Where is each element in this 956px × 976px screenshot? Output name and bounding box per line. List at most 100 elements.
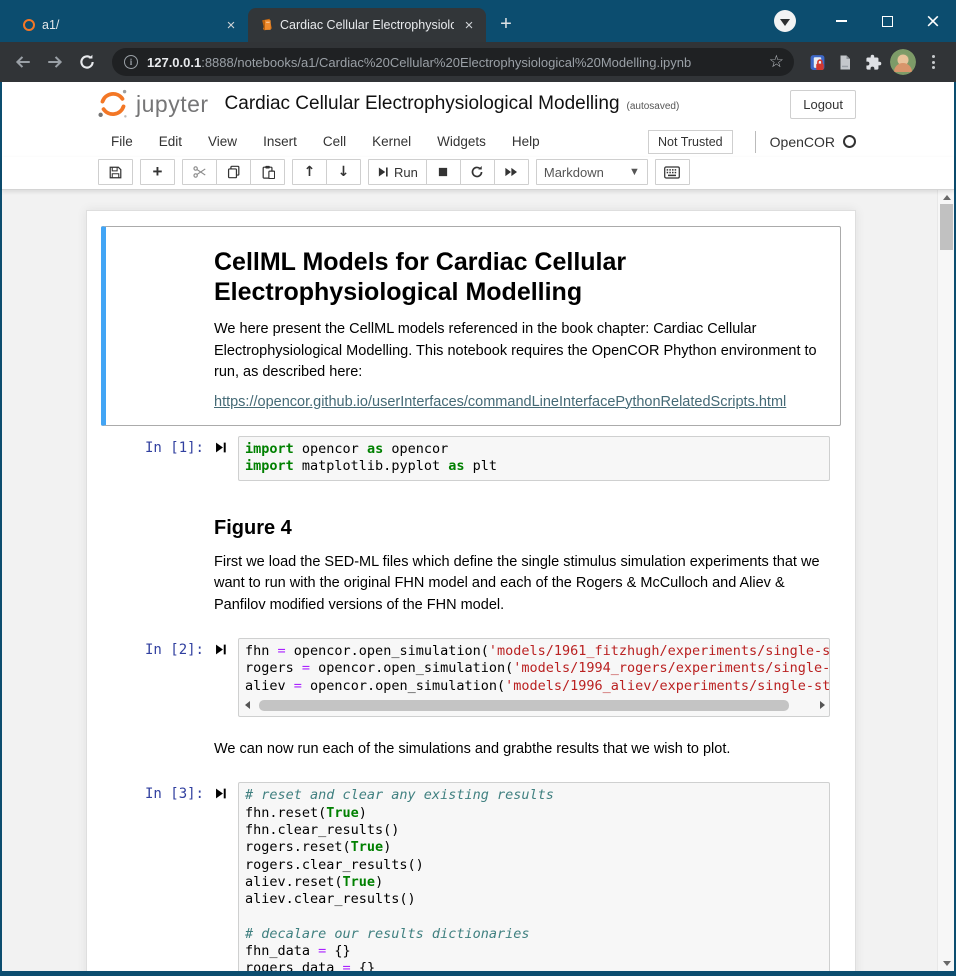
cell-body: import opencor as opencorimport matplotl… bbox=[238, 436, 830, 481]
markdown-link[interactable]: https://opencor.github.io/userInterfaces… bbox=[214, 392, 786, 414]
browser-tab[interactable]: a1/× bbox=[10, 8, 248, 42]
maximize-icon bbox=[882, 16, 893, 27]
move-cell-down-button[interactable]: ↓ bbox=[326, 159, 361, 185]
scroll-up-arrow[interactable] bbox=[938, 190, 954, 205]
run-cell-marker-icon bbox=[214, 782, 238, 971]
menu-item-view[interactable]: View bbox=[195, 130, 250, 153]
tab-close-icon[interactable]: × bbox=[460, 16, 478, 34]
markdown-h1: CellML Models for Cardiac Cellular Elect… bbox=[214, 247, 829, 307]
three-dots-icon bbox=[932, 55, 935, 69]
menu-item-cell[interactable]: Cell bbox=[310, 130, 359, 153]
hscroll-thumb[interactable] bbox=[259, 700, 789, 711]
notebook-scroll-area[interactable]: CellML Models for Cardiac Cellular Elect… bbox=[2, 190, 954, 971]
address-bar[interactable]: i 127.0.0.1:8888/notebooks/a1/Cardiac%20… bbox=[112, 48, 794, 76]
cell-prompt bbox=[106, 233, 214, 419]
document-extension-button[interactable] bbox=[832, 48, 858, 76]
close-icon: × bbox=[925, 12, 941, 31]
code-editor[interactable]: # reset and clear any existing resultsfh… bbox=[238, 782, 830, 971]
hscroll-track[interactable] bbox=[253, 700, 817, 711]
code-editor[interactable]: import opencor as opencorimport matplotl… bbox=[238, 436, 830, 481]
cut-cell-button[interactable] bbox=[182, 159, 217, 185]
password-extension-button[interactable] bbox=[804, 48, 830, 76]
markdown-cell[interactable]: We can now run each of the simulations a… bbox=[101, 725, 841, 775]
tab-close-icon[interactable]: × bbox=[222, 16, 240, 34]
copy-cell-button[interactable] bbox=[216, 159, 251, 185]
markdown-cell[interactable]: CellML Models for Cardiac Cellular Elect… bbox=[101, 226, 841, 426]
maximize-button[interactable] bbox=[864, 0, 910, 42]
close-button[interactable]: × bbox=[910, 0, 956, 42]
markdown-render: We can now run each of the simulations a… bbox=[214, 739, 830, 761]
menu-item-widgets[interactable]: Widgets bbox=[424, 130, 499, 153]
cell-body: fhn = opencor.open_simulation('models/19… bbox=[238, 638, 830, 717]
jupyter-logo-text: jupyter bbox=[136, 91, 209, 118]
minimize-icon bbox=[836, 20, 847, 22]
run-icon bbox=[377, 166, 389, 178]
move-cell-up-button[interactable]: ↑ bbox=[292, 159, 327, 185]
paste-cell-button[interactable] bbox=[250, 159, 285, 185]
page-info-icon[interactable]: i bbox=[124, 55, 138, 69]
minimize-button[interactable] bbox=[818, 0, 864, 42]
notebook-title[interactable]: Cardiac Cellular Electrophysiological Mo… bbox=[225, 93, 620, 115]
code-cell[interactable]: In [2]: fhn = opencor.open_simulation('mo… bbox=[101, 630, 841, 725]
run-cell-button[interactable]: Run bbox=[368, 159, 427, 185]
restart-icon bbox=[470, 165, 484, 179]
jupyter-header: jupyter Cardiac Cellular Electrophysiolo… bbox=[2, 82, 954, 126]
trust-status-button[interactable]: Not Trusted bbox=[648, 130, 733, 154]
code-line: fhn = opencor.open_simulation('models/19… bbox=[245, 643, 825, 660]
scroll-right-arrow[interactable] bbox=[820, 701, 825, 709]
code-line: import opencor as opencor bbox=[245, 441, 825, 458]
reload-icon bbox=[78, 53, 96, 71]
browser-menu-button[interactable] bbox=[920, 48, 946, 76]
vertical-scrollbar[interactable] bbox=[937, 190, 954, 971]
code-cell[interactable]: In [1]: import opencor as opencorimport m… bbox=[101, 428, 841, 489]
forward-button[interactable] bbox=[40, 47, 70, 77]
cell-prompt: In [2]: bbox=[101, 638, 214, 717]
menu-item-kernel[interactable]: Kernel bbox=[359, 130, 424, 153]
browser-tab[interactable]: Cardiac Cellular Electrophysiolog × bbox=[248, 8, 486, 42]
jupyter-logo-icon bbox=[96, 87, 130, 121]
markdown-cell[interactable]: Figure 4 First we load the SED-ML files w… bbox=[101, 489, 841, 631]
extensions-button[interactable] bbox=[860, 48, 886, 76]
cell-body: We can now run each of the simulations a… bbox=[214, 731, 830, 769]
menu-item-help[interactable]: Help bbox=[499, 130, 553, 153]
menu-item-edit[interactable]: Edit bbox=[146, 130, 195, 153]
restart-kernel-button[interactable] bbox=[460, 159, 495, 185]
command-palette-button[interactable] bbox=[655, 159, 690, 185]
tab-search-button[interactable] bbox=[774, 10, 796, 32]
scroll-left-arrow[interactable] bbox=[245, 701, 250, 709]
markdown-h2: Figure 4 bbox=[214, 517, 830, 540]
markdown-p: First we load the SED-ML files which def… bbox=[214, 552, 830, 617]
save-button[interactable] bbox=[98, 159, 133, 185]
back-arrow-icon bbox=[14, 53, 32, 71]
notebook-favicon-icon bbox=[260, 18, 274, 32]
back-button[interactable] bbox=[8, 47, 38, 77]
browser-window: a1/× Cardiac Cellular Electrophysiolog × +… bbox=[0, 0, 956, 976]
menu-item-file[interactable]: File bbox=[98, 130, 146, 153]
scroll-down-arrow[interactable] bbox=[938, 956, 954, 971]
cell-type-dropdown[interactable]: Markdown ▼ bbox=[536, 159, 648, 185]
code-cell[interactable]: In [3]:# reset and clear any existing re… bbox=[101, 774, 841, 971]
add-cell-button[interactable]: + bbox=[140, 159, 175, 185]
avatar bbox=[890, 49, 916, 75]
bookmark-star-icon[interactable]: ☆ bbox=[769, 52, 784, 72]
markdown-render: Figure 4 First we load the SED-ML files w… bbox=[214, 517, 830, 617]
interrupt-kernel-button[interactable] bbox=[426, 159, 461, 185]
cell-body: Figure 4 First we load the SED-ML files w… bbox=[214, 495, 830, 625]
logout-button[interactable]: Logout bbox=[790, 90, 856, 119]
code-editor[interactable]: fhn = opencor.open_simulation('models/19… bbox=[238, 638, 830, 717]
cell-prompt: In [1]: bbox=[101, 436, 214, 481]
jupyter-favicon-icon bbox=[22, 18, 36, 32]
horizontal-scrollbar[interactable] bbox=[245, 699, 825, 712]
scrollbar-thumb[interactable] bbox=[940, 204, 953, 250]
new-tab-button[interactable]: + bbox=[492, 10, 520, 38]
browser-titlebar: a1/× Cardiac Cellular Electrophysiolog × +… bbox=[0, 0, 956, 42]
restart-run-all-button[interactable] bbox=[494, 159, 529, 185]
jupyter-logo[interactable]: jupyter bbox=[96, 87, 209, 121]
markdown-p: We here present the CellML models refere… bbox=[214, 319, 829, 384]
tab-title: Cardiac Cellular Electrophysiolog bbox=[280, 18, 454, 32]
reload-button[interactable] bbox=[72, 47, 102, 77]
menu-item-insert[interactable]: Insert bbox=[250, 130, 310, 153]
keyboard-icon bbox=[664, 166, 680, 179]
profile-button[interactable] bbox=[890, 49, 916, 75]
autosave-status: (autosaved) bbox=[627, 101, 680, 112]
